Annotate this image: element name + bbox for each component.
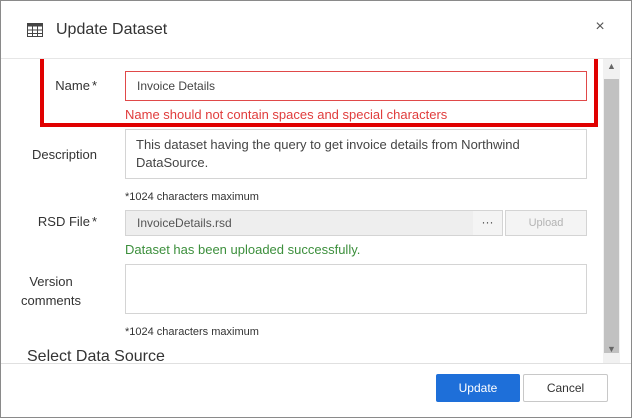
select-data-source-heading: Select Data Source	[27, 348, 165, 363]
scroll-thumb[interactable]	[604, 79, 619, 353]
browse-button[interactable]: ···	[473, 210, 503, 236]
upload-success-message: Dataset has been uploaded successfully.	[125, 242, 361, 257]
table-icon	[27, 23, 43, 37]
update-dataset-dialog: Update Dataset × Name* Name should not c…	[0, 0, 632, 418]
description-hint: *1024 characters maximum	[125, 191, 259, 203]
version-comments-textarea[interactable]	[125, 264, 587, 314]
version-comments-hint: *1024 characters maximum	[125, 326, 259, 338]
rsd-file-field: InvoiceDetails.rsd	[125, 210, 474, 236]
vertical-scrollbar[interactable]: ▲ ▼	[603, 59, 620, 363]
version-comments-label: Version comments	[21, 274, 81, 308]
cancel-button[interactable]: Cancel	[523, 374, 608, 402]
upload-button[interactable]: Upload	[505, 210, 587, 236]
dialog-footer: Update Cancel	[1, 363, 631, 417]
form-content: Name* Name should not contain spaces and…	[1, 59, 603, 363]
dialog-title: Update Dataset	[56, 21, 168, 38]
description-textarea[interactable]: This dataset having the query to get inv…	[125, 129, 587, 179]
update-button[interactable]: Update	[436, 374, 520, 402]
close-icon[interactable]: ×	[590, 17, 610, 37]
scroll-down-icon[interactable]: ▼	[607, 344, 616, 354]
name-field-highlight	[40, 59, 598, 127]
scroll-up-icon[interactable]: ▲	[607, 61, 616, 71]
rsd-file-label: RSD File *	[37, 214, 97, 229]
dialog-titlebar: Update Dataset ×	[1, 1, 631, 59]
dialog-body: Name* Name should not contain spaces and…	[1, 59, 603, 363]
description-label: Description	[31, 147, 97, 162]
